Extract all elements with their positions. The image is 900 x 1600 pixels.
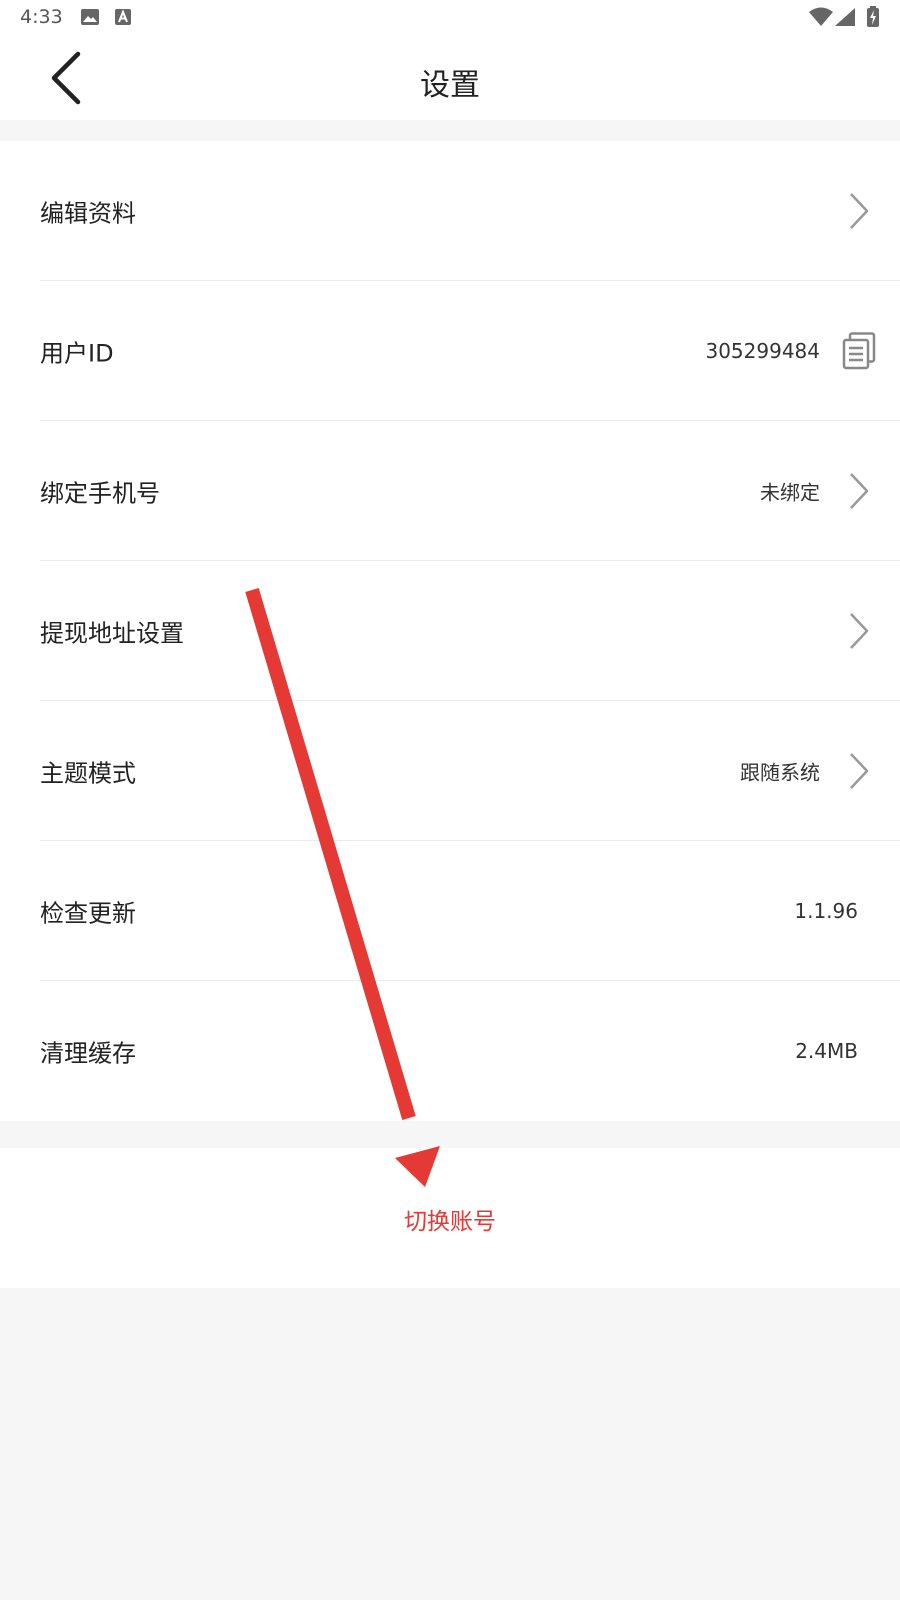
switch-account-button[interactable]: 切换账号 xyxy=(0,1148,900,1288)
settings-row-clear-cache[interactable]: 清理缓存 2.4MB xyxy=(0,981,900,1121)
settings-row-label: 主题模式 xyxy=(40,759,136,788)
page-title: 设置 xyxy=(420,68,480,103)
settings-row-label: 清理缓存 xyxy=(40,1039,136,1068)
battery-charging-icon xyxy=(867,6,879,27)
bind-phone-status: 未绑定 xyxy=(760,480,820,505)
status-time: 4:33 xyxy=(20,6,63,28)
version-value: 1.1.96 xyxy=(794,899,858,923)
settings-row-label: 绑定手机号 xyxy=(40,479,160,508)
settings-row-label: 检查更新 xyxy=(40,899,136,928)
chevron-right-icon xyxy=(850,613,869,649)
user-id-value: 305299484 xyxy=(705,339,820,363)
copy-icon[interactable] xyxy=(842,332,876,370)
chevron-right-icon xyxy=(850,473,869,509)
settings-row-check-update[interactable]: 检查更新 1.1.96 xyxy=(0,841,900,981)
chevron-right-icon xyxy=(850,193,869,229)
settings-row-user-id: 用户ID 305299484 xyxy=(0,281,900,421)
text-a-icon xyxy=(115,9,131,25)
settings-row-bind-phone[interactable]: 绑定手机号 未绑定 xyxy=(0,421,900,561)
settings-row-label: 用户ID xyxy=(40,339,114,368)
status-bar: 4:33 xyxy=(0,0,900,36)
settings-row-theme-mode[interactable]: 主题模式 跟随系统 xyxy=(0,701,900,841)
image-icon xyxy=(81,9,99,25)
settings-row-label: 编辑资料 xyxy=(40,199,136,228)
settings-row-label: 提现地址设置 xyxy=(40,619,184,648)
signal-icon xyxy=(835,8,855,26)
wifi-icon xyxy=(809,7,833,26)
theme-mode-value: 跟随系统 xyxy=(740,760,820,785)
switch-account-label: 切换账号 xyxy=(404,1209,496,1235)
header: 设置 xyxy=(0,36,900,120)
cache-size-value: 2.4MB xyxy=(795,1039,858,1063)
chevron-right-icon xyxy=(850,753,869,789)
settings-row-withdraw-address[interactable]: 提现地址设置 xyxy=(0,561,900,701)
settings-list: 编辑资料 用户ID 305299484 绑定手机号 未绑定 提现地址设置 主题模… xyxy=(0,141,900,1121)
settings-row-edit-profile[interactable]: 编辑资料 xyxy=(0,141,900,281)
